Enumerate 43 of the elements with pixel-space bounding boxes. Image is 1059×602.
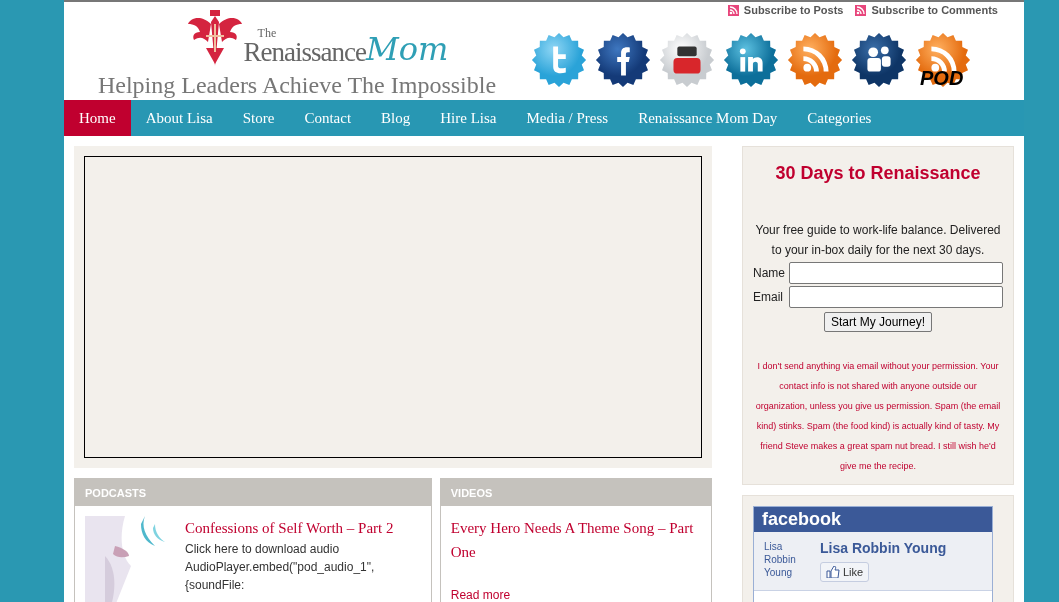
input-field[interactable] <box>789 262 1003 284</box>
signup-intro: Your free guide to work-life balance. Delivered to your in-box daily for the next 30 days. <box>754 222 1002 259</box>
rss-icon <box>727 4 739 16</box>
like-button[interactable]: Like <box>820 562 870 582</box>
post-excerpt: {soundFile: <box>185 577 246 594</box>
read-more-link[interactable]: Read more <box>450 588 701 602</box>
nav-tab[interactable]: Hire Lisa <box>425 100 512 136</box>
social-badge-icon[interactable] <box>658 30 716 90</box>
eagle-crest-icon <box>185 8 244 66</box>
subscribe-link[interactable]: Subscribe to Comments <box>855 4 998 16</box>
logo-text: Renaissance <box>243 39 367 66</box>
nav-tab[interactable]: Renaissance Mom Day <box>623 100 793 136</box>
logo-script: Mom <box>366 30 449 68</box>
nav-tab[interactable]: Home <box>64 100 131 136</box>
broken-image-alt: Lisa Robbin Young <box>764 540 797 580</box>
rss-icon <box>855 4 867 16</box>
box-heading: PODCASTS <box>75 479 431 506</box>
facebook-header: facebook <box>754 507 992 532</box>
social-badge-icon[interactable] <box>850 30 908 90</box>
privacy-note: I don't send anything via email without your permission. Your contact info is not shared with anyone outside our organization, unless you give us permission. Spam (the email kind) stinks. Spam (the food kind) is actually kind of tasty. My friend Steve makes a great spam nut bread. I still wish he'd give me the recipe. <box>754 360 1002 473</box>
submit-button[interactable]: Start My Journey! <box>824 312 932 332</box>
field-label: Email <box>753 290 784 304</box>
page-name-link[interactable]: Lisa Robbin Young <box>820 540 947 556</box>
post-title-link[interactable]: Every Hero Needs A Theme Song – Part One <box>450 516 701 564</box>
social-badge-icon[interactable] <box>722 30 780 90</box>
nav-tab[interactable]: Store <box>227 100 290 136</box>
panel-title: 30 Days to Renaissance <box>774 163 982 184</box>
post-excerpt: Click here to download audio <box>185 541 341 558</box>
nav-tab[interactable]: About Lisa <box>130 100 228 136</box>
nav-tab[interactable]: Categories <box>792 100 887 136</box>
nav-tab[interactable]: Blog <box>366 100 426 136</box>
post-title-link[interactable]: Confessions of Self Worth – Part 2 <box>185 516 394 540</box>
input-field[interactable] <box>789 286 1003 308</box>
nav-tab[interactable]: Contact <box>289 100 367 136</box>
logo-text: The <box>257 27 278 39</box>
field-label: Name <box>753 266 785 280</box>
tagline: Helping Leaders Achieve The Impossible <box>97 72 497 99</box>
box-heading: VIDEOS <box>440 479 711 506</box>
subscribe-link[interactable]: Subscribe to Posts <box>727 4 844 16</box>
post-excerpt: AudioPlayer.embed("pod_audio_1", <box>185 559 376 576</box>
thumbs-up-icon <box>826 566 840 578</box>
social-badge-icon[interactable] <box>594 30 652 90</box>
nav-tab[interactable]: Media / Press <box>511 100 624 136</box>
